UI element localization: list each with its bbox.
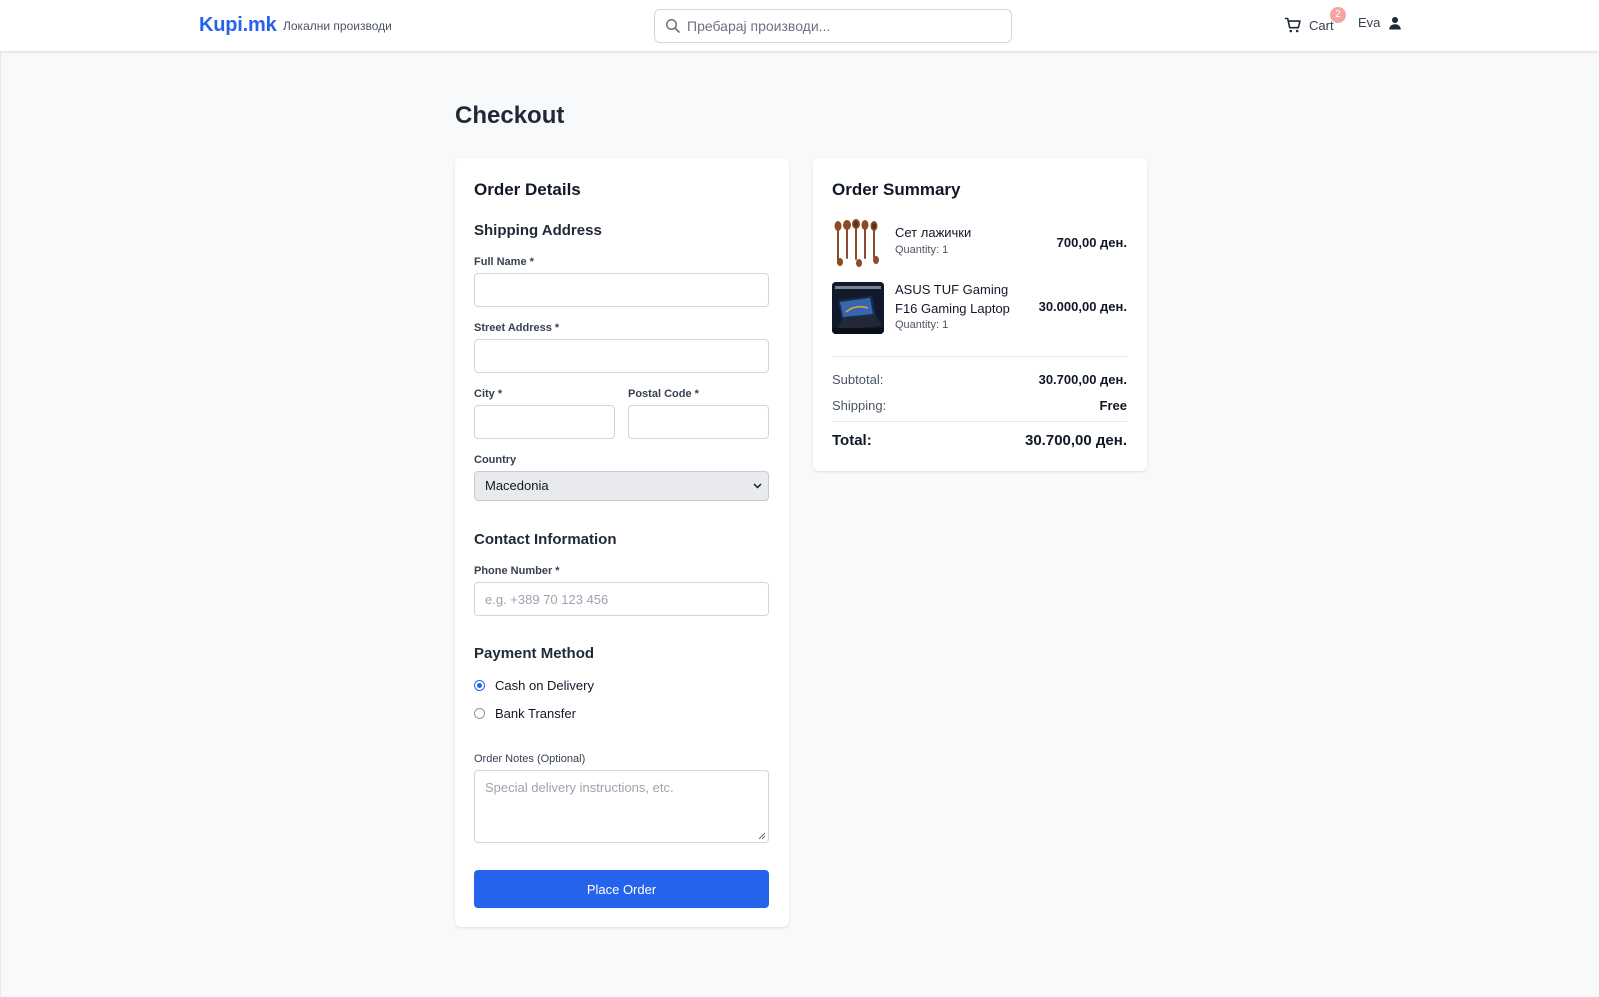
chevron-down-icon: [753, 483, 762, 489]
street-address-label: Street Address *: [474, 322, 560, 334]
search-box[interactable]: [654, 9, 1012, 43]
city-input[interactable]: [474, 405, 615, 439]
cash-on-delivery-label: Cash on Delivery: [495, 678, 594, 693]
country-select[interactable]: Macedonia: [474, 471, 769, 501]
laptop-image: [832, 282, 884, 334]
shipping-address-heading: Shipping Address: [474, 222, 602, 239]
resize-handle-icon[interactable]: [758, 832, 766, 840]
item-price: 700,00 ден.: [1056, 235, 1127, 250]
search-icon: [665, 18, 680, 33]
item-name: ASUS TUF Gaming F16 Gaming Laptop: [895, 282, 1010, 316]
item-thumbnail-laptop[interactable]: [832, 282, 884, 334]
item-quantity: Quantity: 1: [895, 244, 949, 256]
cart-count-badge: 2: [1330, 7, 1346, 23]
wooden-spoons-image: [834, 219, 879, 267]
order-notes-label: Order Notes (Optional): [474, 753, 586, 765]
country-label: Country: [474, 454, 517, 466]
cart-icon: [1284, 17, 1301, 33]
user-name: Eva: [1358, 15, 1381, 30]
full-name-label: Full Name *: [474, 256, 534, 268]
city-label: City *: [474, 388, 503, 400]
top-navbar: Kupi.mk Локални производи Cart 2 Eva: [0, 0, 1599, 51]
item-quantity: Quantity: 1: [895, 319, 949, 331]
order-details-card: Order Details Shipping Address Full Name…: [455, 158, 789, 927]
cash-on-delivery-radio[interactable]: [474, 680, 485, 691]
shipping-value: Free: [1099, 398, 1127, 413]
payment-method-heading: Payment Method: [474, 645, 595, 662]
place-order-button[interactable]: Place Order: [474, 870, 769, 908]
subtotal-value: 30.700,00 ден.: [1038, 372, 1127, 387]
full-name-input[interactable]: [474, 273, 769, 307]
postal-code-label: Postal Code *: [628, 388, 699, 400]
payment-option-cash[interactable]: Cash on Delivery: [474, 678, 594, 693]
cart-button[interactable]: Cart 2: [1284, 7, 1346, 36]
cart-label: Cart: [1309, 17, 1334, 33]
payment-option-bank[interactable]: Bank Transfer: [474, 706, 576, 721]
phone-number-label: Phone Number *: [474, 565, 560, 577]
user-menu[interactable]: Eva: [1358, 15, 1402, 30]
user-icon: [1389, 16, 1402, 29]
contact-information-heading: Contact Information: [474, 531, 617, 548]
total-value: 30.700,00 ден.: [1025, 432, 1127, 449]
bank-transfer-radio[interactable]: [474, 708, 485, 719]
subtotal-label: Subtotal:: [832, 372, 884, 387]
item-thumbnail-wooden-spoons[interactable]: [832, 218, 884, 270]
page-title: Checkout: [455, 102, 565, 129]
order-details-title: Order Details: [474, 180, 581, 199]
street-address-input[interactable]: [474, 339, 769, 373]
order-summary-card: Order Summary Сет лажички Quantity: 1 70…: [813, 158, 1147, 471]
total-label: Total:: [832, 432, 872, 449]
phone-number-input[interactable]: [474, 582, 769, 616]
site-logo[interactable]: Kupi.mk: [199, 14, 277, 37]
item-price: 30.000,00 ден.: [1038, 299, 1127, 314]
order-notes-textarea[interactable]: [474, 770, 769, 843]
postal-code-input[interactable]: [628, 405, 769, 439]
order-summary-title: Order Summary: [832, 180, 961, 199]
search-input[interactable]: [687, 10, 1005, 42]
shipping-label: Shipping:: [832, 398, 887, 413]
bank-transfer-label: Bank Transfer: [495, 706, 576, 721]
total-divider: [832, 421, 1127, 422]
page-frame: [0, 0, 1599, 997]
item-name: Сет лажички: [895, 225, 972, 240]
country-selected-value: Macedonia: [485, 478, 549, 493]
site-tagline: Локални производи: [283, 19, 392, 33]
summary-divider: [832, 356, 1127, 357]
